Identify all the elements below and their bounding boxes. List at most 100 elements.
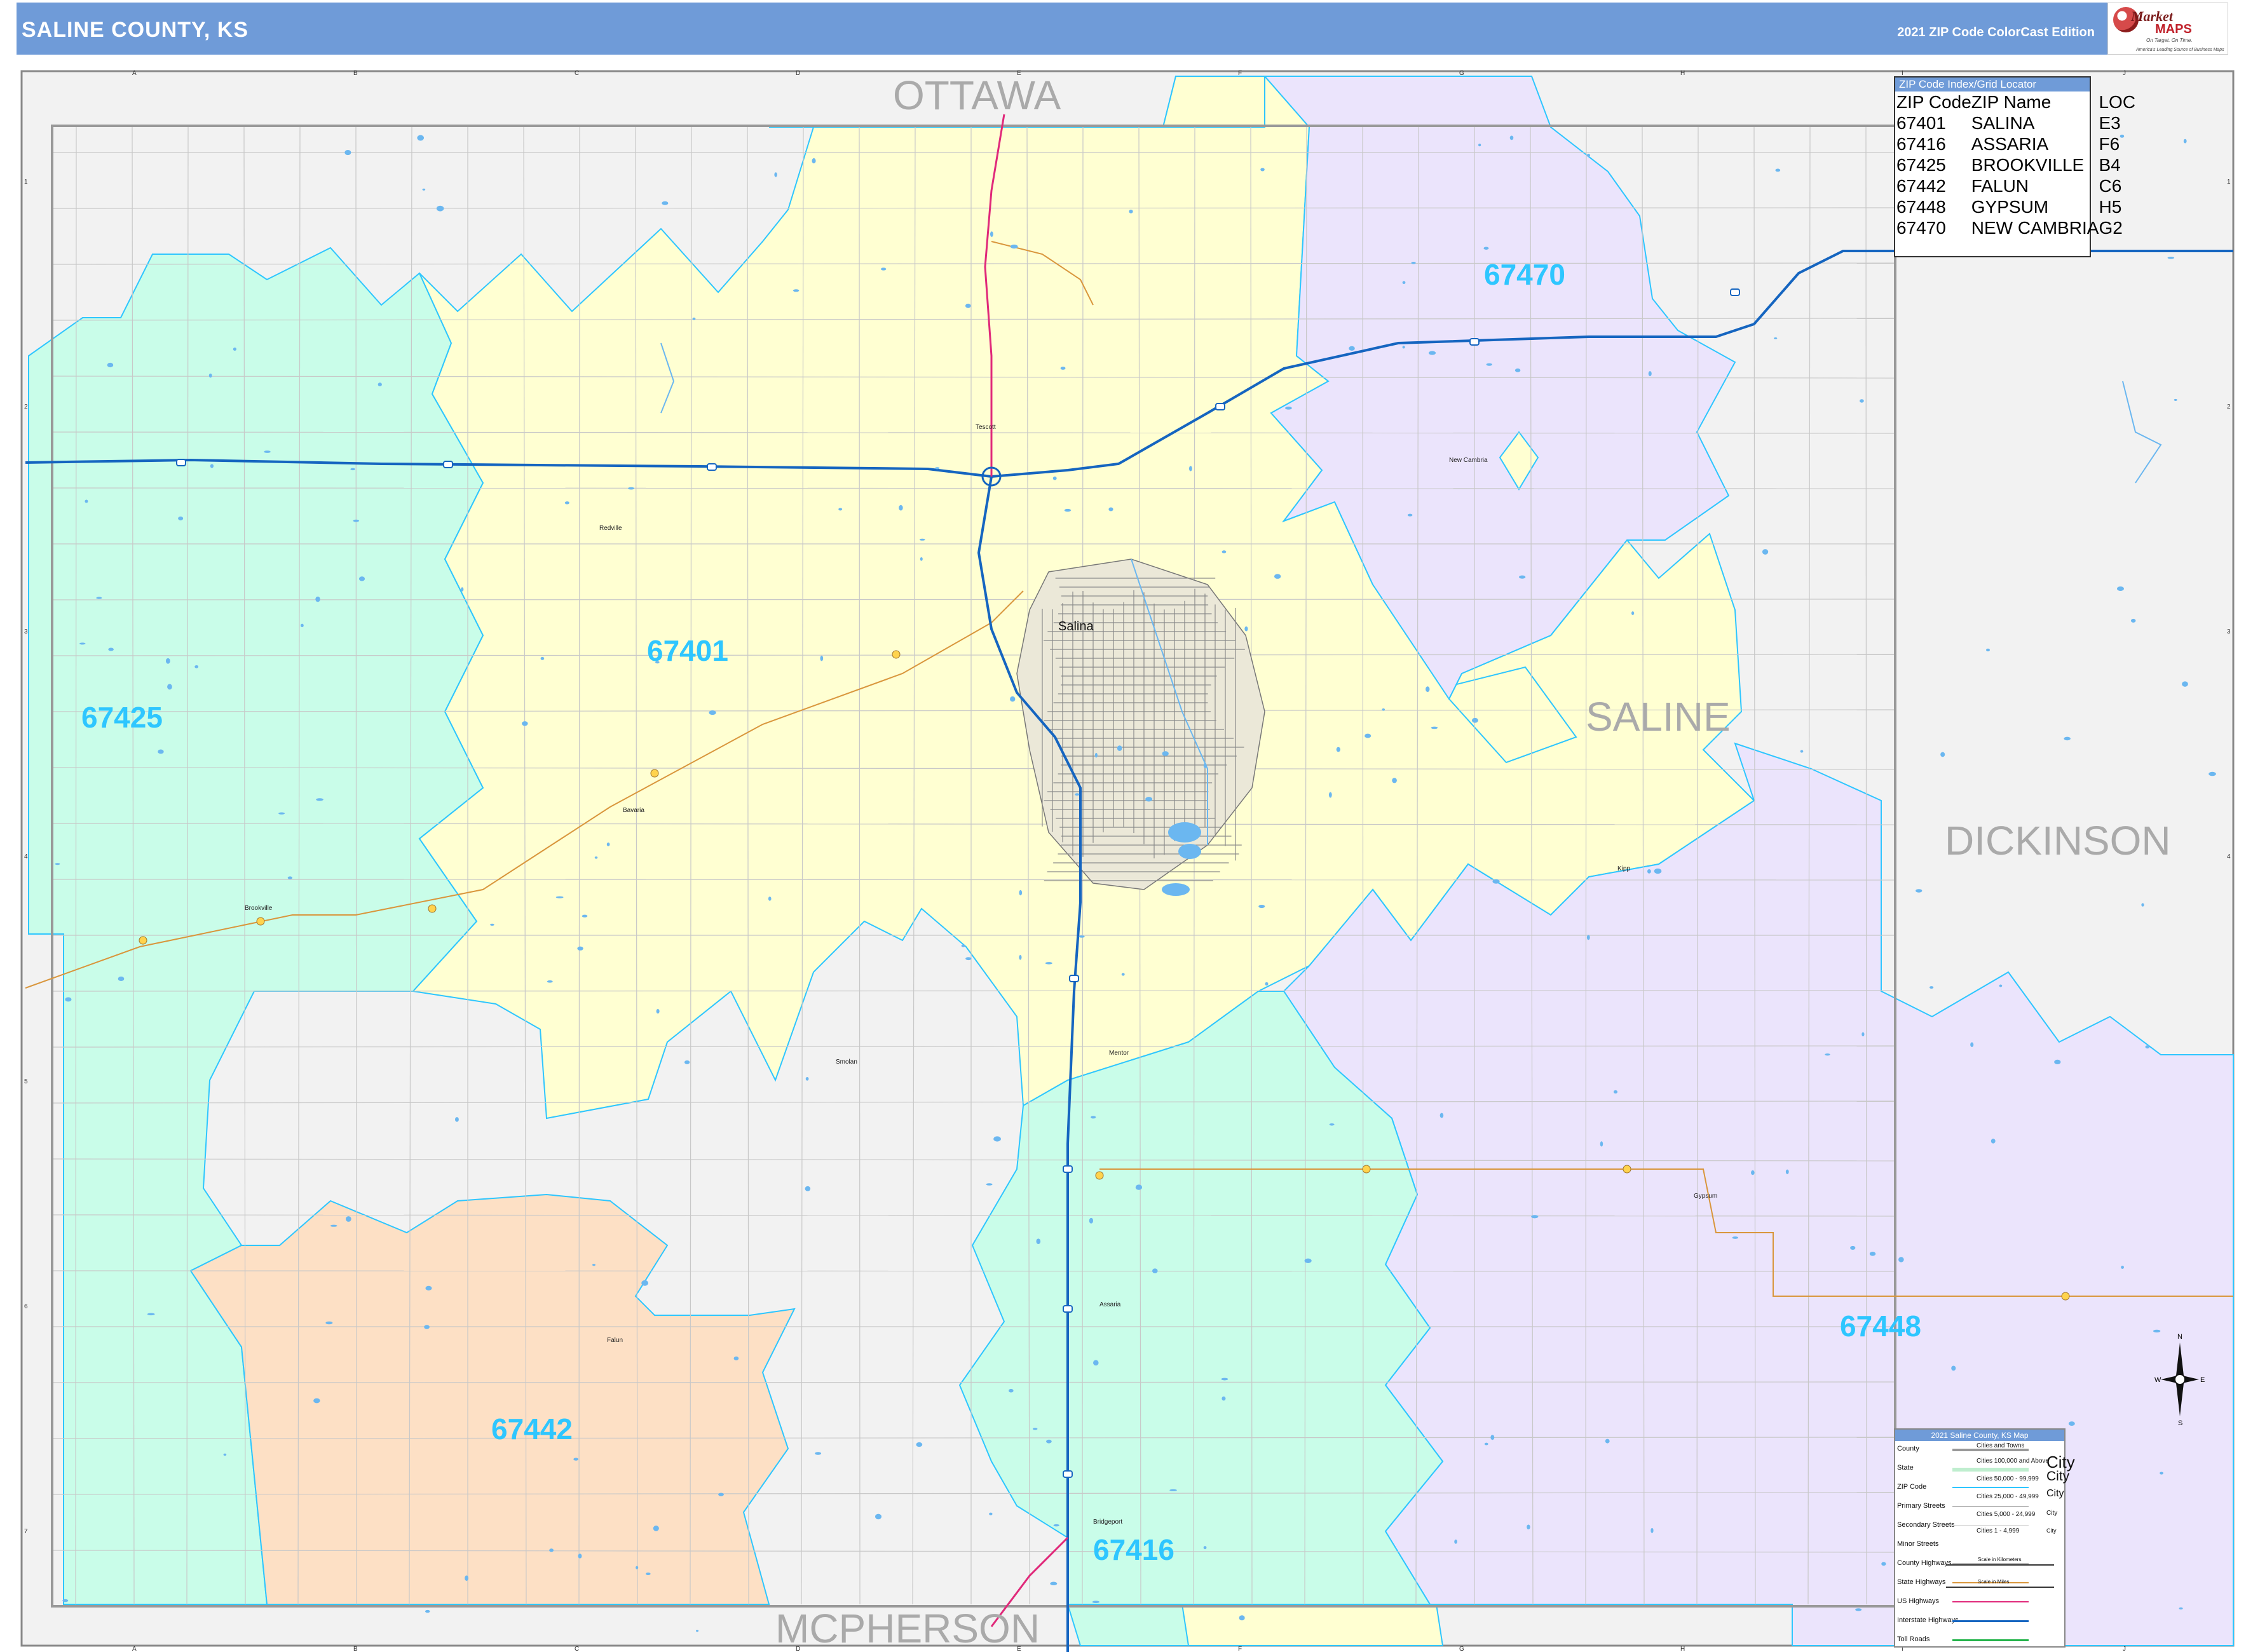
town-label-gypsum[interactable]: Gypsum	[1694, 1193, 1717, 1200]
zip-area-south-extension	[1181, 1604, 1444, 1646]
zip-index-row[interactable]: 67470 NEW CAMBRIA G2	[1896, 217, 2135, 238]
map-legend: 2021 Saline County, KS Map County State …	[1894, 1428, 2075, 1648]
legend-item-interstate: Interstate Highways	[1897, 1616, 1959, 1624]
legend-swatch-zip	[1952, 1487, 2029, 1488]
legend-item-toll: Toll Roads	[1897, 1635, 1930, 1643]
grid-row-left: 3	[24, 628, 28, 635]
legend-cities-25k: Cities 25,000 - 49,999	[1977, 1493, 2039, 1500]
zip-index-loc: C6	[2099, 176, 2122, 196]
zip-index-row[interactable]: 67401 SALINA E3	[1896, 112, 2135, 133]
zip-index-header-zip: ZIP Code	[1896, 92, 1971, 112]
legend-swatch-interstate	[1952, 1620, 2029, 1622]
town-label-assaria[interactable]: Assaria	[1099, 1301, 1121, 1308]
zip-index-row[interactable]: 67448 GYPSUM H5	[1896, 196, 2135, 217]
legend-cities-5k: Cities 5,000 - 24,999	[1977, 1511, 2036, 1518]
zip-label-67416: 67416	[1093, 1533, 1174, 1566]
legend-item-zip: ZIP Code	[1897, 1483, 1927, 1491]
lake-3	[1162, 883, 1190, 896]
lake-1	[1168, 822, 1201, 843]
town-label-mentor[interactable]: Mentor	[1109, 1050, 1129, 1057]
zip-index-row[interactable]: 67416 ASSARIA F6	[1896, 133, 2135, 154]
grid-col-bottom: A	[132, 1646, 137, 1652]
town-label-redville[interactable]: Redville	[599, 525, 622, 532]
zip-index-loc: B4	[2099, 155, 2121, 175]
zip-index-name: SALINA	[1971, 113, 2035, 133]
town-label-bavaria[interactable]: Bavaria	[623, 807, 644, 814]
town-label-smolan[interactable]: Smolan	[836, 1059, 857, 1066]
town-label-salina[interactable]: Salina	[1058, 620, 1094, 633]
county-label-ottawa: OTTAWA	[893, 72, 1061, 118]
legend-swatch-toll	[1952, 1639, 2029, 1641]
compass-rose-icon: N S W E	[2154, 1333, 2205, 1426]
county-label-saline: SALINE	[1586, 694, 1731, 740]
zip-index-row[interactable]: 67425 BROOKVILLE B4	[1896, 154, 2135, 175]
zip-index-zip: 67442	[1896, 176, 1946, 196]
zip-index-title: ZIP Code Index/Grid Locator	[1895, 78, 2090, 91]
town-label-bridgeport[interactable]: Bridgeport	[1093, 1519, 1122, 1526]
zip-index-header-loc: LOC	[2099, 92, 2136, 112]
grid-col-top: D	[796, 70, 800, 77]
legend-scale-mi-bar	[1946, 1587, 2054, 1588]
legend-city-sample-2: City	[2046, 1469, 2070, 1484]
zip-label-67470: 67470	[1484, 258, 1565, 291]
lake-2	[1178, 844, 1201, 859]
legend-cities-100k: Cities 100,000 and Above	[1977, 1458, 2049, 1465]
zip-index-name: NEW CAMBRIA	[1971, 218, 2099, 238]
grid-row-right: 3	[2227, 628, 2231, 635]
legend-item-secondary: Secondary Streets	[1897, 1521, 1955, 1529]
grid-row-left: 1	[24, 179, 28, 186]
legend-city-sample-5: City	[2046, 1527, 2057, 1534]
compass-e: E	[2200, 1376, 2205, 1384]
legend-swatch-secondary	[1952, 1525, 2029, 1526]
zip-index-name: FALUN	[1971, 176, 2029, 196]
legend-swatch-primary	[1952, 1506, 2029, 1507]
zip-index-zip: 67448	[1896, 197, 1946, 217]
compass-w: W	[2154, 1376, 2161, 1384]
legend-cities-50k: Cities 50,000 - 99,999	[1977, 1475, 2039, 1482]
zip-index-name: GYPSUM	[1971, 197, 2049, 217]
town-label-brookville[interactable]: Brookville	[245, 905, 273, 912]
zip-area-67416-south	[1066, 1604, 1202, 1646]
grid-col-bottom: C	[575, 1646, 579, 1652]
zip-index-zip: 67425	[1896, 155, 1946, 175]
zip-index-row[interactable]: 67442 FALUN C6	[1896, 175, 2135, 196]
grid-col-top: B	[353, 70, 358, 77]
legend-cities-title: Cities and Towns	[1977, 1442, 2025, 1449]
zip-index-loc: F6	[2099, 134, 2120, 154]
town-label-tescott[interactable]: Tescott	[976, 424, 996, 431]
legend-cities-1: Cities 1 - 4,999	[1977, 1527, 2020, 1534]
zip-index-zip: 67470	[1896, 218, 1946, 238]
grid-col-bottom: F	[1238, 1646, 1242, 1652]
town-label-kipp[interactable]: Kipp	[1617, 865, 1630, 872]
zip-index-name: BROOKVILLE	[1971, 155, 2085, 175]
town-label-new-cambria[interactable]: New Cambria	[1449, 457, 1488, 464]
legend-swatch-state	[1952, 1468, 2029, 1472]
zip-area-67401-north-ext	[1162, 76, 1265, 128]
grid-row-right: 1	[2227, 179, 2231, 186]
grid-col-bottom: B	[353, 1646, 358, 1652]
compass-s: S	[2178, 1419, 2182, 1426]
legend-item-us-hwy: US Highways	[1897, 1597, 1940, 1605]
grid-col-top: C	[575, 70, 579, 77]
legend-city-sample-3: City	[2046, 1488, 2064, 1499]
zip-index-name: ASSARIA	[1971, 134, 2049, 154]
legend-swatch-us-hwy	[1952, 1601, 2029, 1602]
legend-title: 2021 Saline County, KS Map	[1895, 1430, 2064, 1441]
zip-index-loc: E3	[2099, 113, 2121, 133]
zip-index-loc: H5	[2099, 197, 2122, 217]
legend-scale-mi: Scale in Miles	[1978, 1579, 2010, 1585]
compass-n: N	[2177, 1333, 2182, 1341]
grid-col-top: A	[132, 70, 137, 77]
legend-scale-km-bar	[1946, 1564, 2054, 1566]
grid-col-top: H	[1680, 70, 1685, 77]
town-label-falun[interactable]: Falun	[607, 1337, 623, 1344]
grid-col-top: J	[2123, 70, 2126, 77]
zip-code-index: ZIP Code Index/Grid Locator ZIP Code ZIP…	[1894, 76, 2135, 257]
legend-scale-km: Scale in Kilometers	[1978, 1557, 2022, 1562]
grid-row-left: 7	[24, 1528, 28, 1535]
legend-item-state-hwy: State Highways	[1897, 1578, 1946, 1586]
zip-label-67448: 67448	[1840, 1310, 1921, 1343]
zip-label-67401: 67401	[647, 634, 728, 667]
zip-index-zip: 67416	[1896, 134, 1946, 154]
grid-col-bottom: J	[2123, 1646, 2126, 1652]
